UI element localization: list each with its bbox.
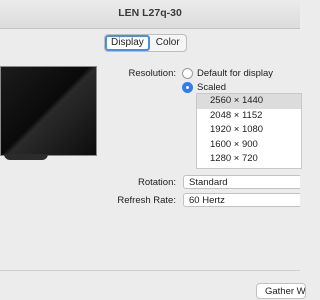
scaled-radio[interactable]: [182, 82, 193, 93]
window-title: LEN L27q-30: [118, 7, 182, 19]
refresh-rate-popup[interactable]: 60 Hertz: [183, 193, 300, 207]
default-for-display-radio[interactable]: [182, 68, 193, 79]
rotation-label: Rotation:: [137, 177, 176, 188]
resolution-option[interactable]: 1920 × 1080: [197, 123, 301, 138]
title-bar: LEN L27q-30: [0, 0, 300, 29]
resolution-option[interactable]: 1600 × 900: [197, 138, 301, 153]
footer-divider: [0, 270, 300, 271]
resolution-option[interactable]: 2560 × 1440: [197, 94, 301, 109]
resolution-list: 2560 × 1440 2048 × 1152 1920 × 1080 1600…: [196, 93, 302, 169]
tab-color[interactable]: Color: [150, 35, 186, 51]
default-for-display-label: Default for display: [197, 68, 274, 79]
resolution-option[interactable]: 1280 × 720: [197, 152, 301, 167]
tab-bar: Display Color: [104, 34, 187, 52]
tab-display[interactable]: Display: [105, 35, 150, 51]
monitor-stand-image: [4, 154, 48, 160]
refresh-rate-label: Refresh Rate:: [117, 195, 176, 206]
scaled-label: Scaled: [197, 82, 227, 93]
resolution-option[interactable]: 2048 × 1152: [197, 109, 301, 124]
gather-windows-button[interactable]: Gather Windows: [256, 283, 306, 299]
monitor-image: [0, 66, 97, 156]
resolution-label: Resolution:: [128, 68, 176, 79]
rotation-popup[interactable]: Standard: [183, 175, 300, 189]
